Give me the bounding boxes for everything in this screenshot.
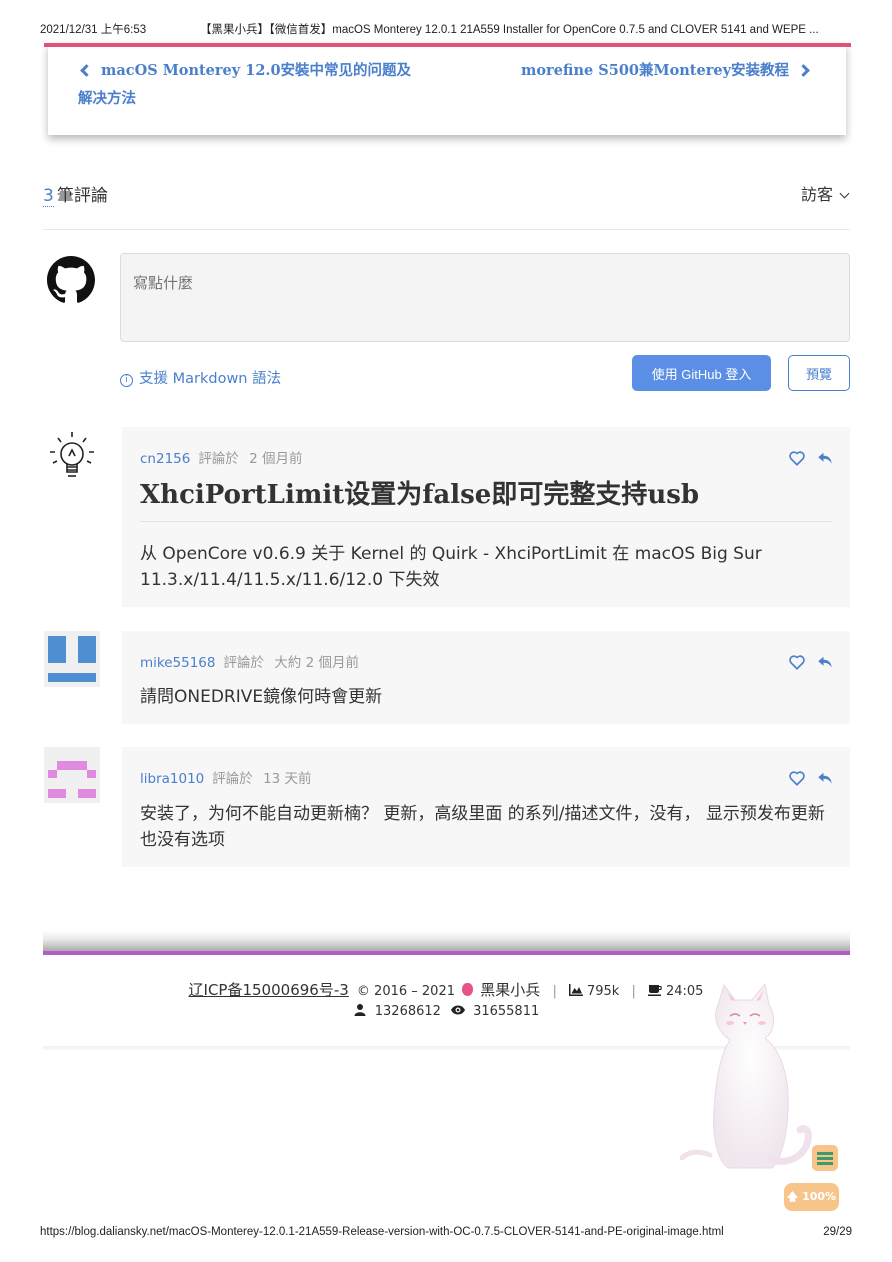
comment-meta: libra1010 評論於 13 天前	[140, 767, 312, 787]
area-chart-icon	[568, 984, 583, 996]
footer-shadow	[43, 930, 850, 952]
print-title: 【黑果小兵】【微信首发】macOS Monterey 12.0.1 21A559…	[200, 24, 819, 36]
menu-bar	[817, 1152, 833, 1155]
next-post-link[interactable]: morefine S500兼Monterey安装教程	[521, 57, 812, 85]
separator: |	[552, 984, 557, 999]
comment-body: 請問ONEDRIVE鏡像何時會更新	[140, 687, 383, 707]
apple-icon	[462, 983, 474, 996]
chevron-right-icon	[797, 64, 810, 77]
copyright: © 2016 – 2021	[356, 984, 455, 999]
like-heart-icon[interactable]	[788, 653, 806, 671]
reply-icon[interactable]	[816, 769, 834, 787]
post-navigation: macOS Monterey 12.0安裝中常见的问题及解决方法 morefin…	[48, 43, 846, 135]
comment-item: cn2156 評論於 2 個月前 XhciPortLimit设置为false即可完…	[122, 427, 850, 607]
post-nav-accent-bar	[44, 43, 851, 47]
comment-actions	[788, 449, 834, 467]
print-page-number: 29/29	[823, 1226, 852, 1238]
identicon-avatar-icon	[44, 747, 100, 803]
comment-actions	[788, 769, 834, 787]
comment-time: 大約 2 個月前	[274, 655, 359, 671]
comment-input[interactable]	[120, 253, 850, 342]
comment-time: 2 個月前	[249, 451, 303, 467]
prev-post-link[interactable]: macOS Monterey 12.0安裝中常见的问题及解决方法	[78, 57, 423, 113]
comment-heading: XhciPortLimit设置为false即可完整支持usb	[140, 477, 832, 522]
cat-mascot-icon	[680, 982, 812, 1169]
visitor-count: 13268612	[374, 1004, 441, 1019]
like-heart-icon[interactable]	[788, 449, 806, 467]
print-header: 2021/12/31 上午6:53 【黑果小兵】【微信首发】macOS Mont…	[40, 21, 852, 37]
like-heart-icon[interactable]	[788, 769, 806, 787]
comment-count-number[interactable]: 3	[43, 186, 54, 207]
coffee-icon	[647, 985, 662, 996]
eye-icon	[451, 1005, 466, 1015]
preview-button[interactable]: 預覽	[788, 355, 850, 391]
github-login-button[interactable]: 使用 GitHub 登入	[632, 355, 771, 391]
markdown-hint-label: 支援 Markdown 語法	[139, 371, 282, 387]
markdown-hint-link[interactable]: i 支援 Markdown 語法	[120, 367, 281, 388]
comment-verb: 評論於	[198, 451, 239, 467]
print-url: https://blog.daliansky.net/macOS-Montere…	[40, 1226, 724, 1238]
separator: |	[631, 984, 636, 999]
info-icon: i	[120, 374, 133, 387]
reply-icon[interactable]	[816, 449, 834, 467]
icp-link[interactable]: 辽ICP备15000696号-3	[189, 981, 349, 999]
comment-actions	[788, 653, 834, 671]
menu-bar	[817, 1157, 833, 1160]
menu-bar	[817, 1162, 833, 1165]
comment-count-label: 筆評論	[56, 186, 108, 206]
github-avatar-icon	[47, 256, 95, 303]
comment-body: 从 OpenCore v0.6.9 关于 Kernel 的 Quirk - Xh…	[140, 544, 762, 590]
chevron-down-icon	[839, 188, 850, 199]
comment-author[interactable]: libra1010	[140, 771, 204, 787]
scroll-percent: 100%	[802, 1190, 837, 1203]
comment-count: 3 筆評論	[43, 181, 108, 207]
next-post-title: morefine S500兼Monterey安装教程	[521, 62, 789, 79]
user-icon	[354, 1004, 366, 1016]
chevron-left-icon	[80, 64, 93, 77]
view-count: 31655811	[473, 1004, 540, 1019]
comments-divider	[43, 229, 850, 230]
arrow-up-icon: 🡅	[786, 1190, 799, 1203]
comment-meta: cn2156 評論於 2 個月前	[140, 447, 303, 467]
comment-meta: mike55168 評論於 大約 2 個月前	[140, 651, 359, 671]
comment-author[interactable]: cn2156	[140, 451, 190, 467]
menu-button[interactable]	[812, 1145, 838, 1171]
site-name: 黑果小兵	[480, 981, 541, 999]
lightbulb-avatar-icon	[50, 432, 94, 477]
guest-dropdown[interactable]: 訪客	[800, 181, 850, 205]
comment-author[interactable]: mike55168	[140, 655, 216, 671]
comment-verb: 評論於	[212, 771, 253, 787]
comment-item: mike55168 評論於 大約 2 個月前 請問ONEDRIVE鏡像何時會更新	[122, 631, 850, 724]
identicon-avatar-icon	[44, 631, 100, 687]
back-to-top-button[interactable]: 🡅 100%	[784, 1183, 839, 1211]
word-count: 795k	[586, 984, 620, 999]
comment-body: 安装了，为何不能自动更新楠？ 更新，高级里面 的系列/描述文件，没有， 显示预发…	[140, 804, 825, 850]
reply-icon[interactable]	[816, 653, 834, 671]
guest-label: 訪客	[800, 185, 833, 204]
print-datetime: 2021/12/31 上午6:53	[40, 24, 147, 36]
comment-verb: 評論於	[223, 655, 265, 671]
comment-time: 13 天前	[263, 771, 312, 787]
comment-item: libra1010 評論於 13 天前 安装了，为何不能自动更新楠？ 更新，高级里…	[122, 747, 850, 867]
prev-post-title: macOS Monterey 12.0安裝中常见的问题及解决方法	[78, 62, 412, 107]
footer-accent-bar	[43, 951, 850, 955]
